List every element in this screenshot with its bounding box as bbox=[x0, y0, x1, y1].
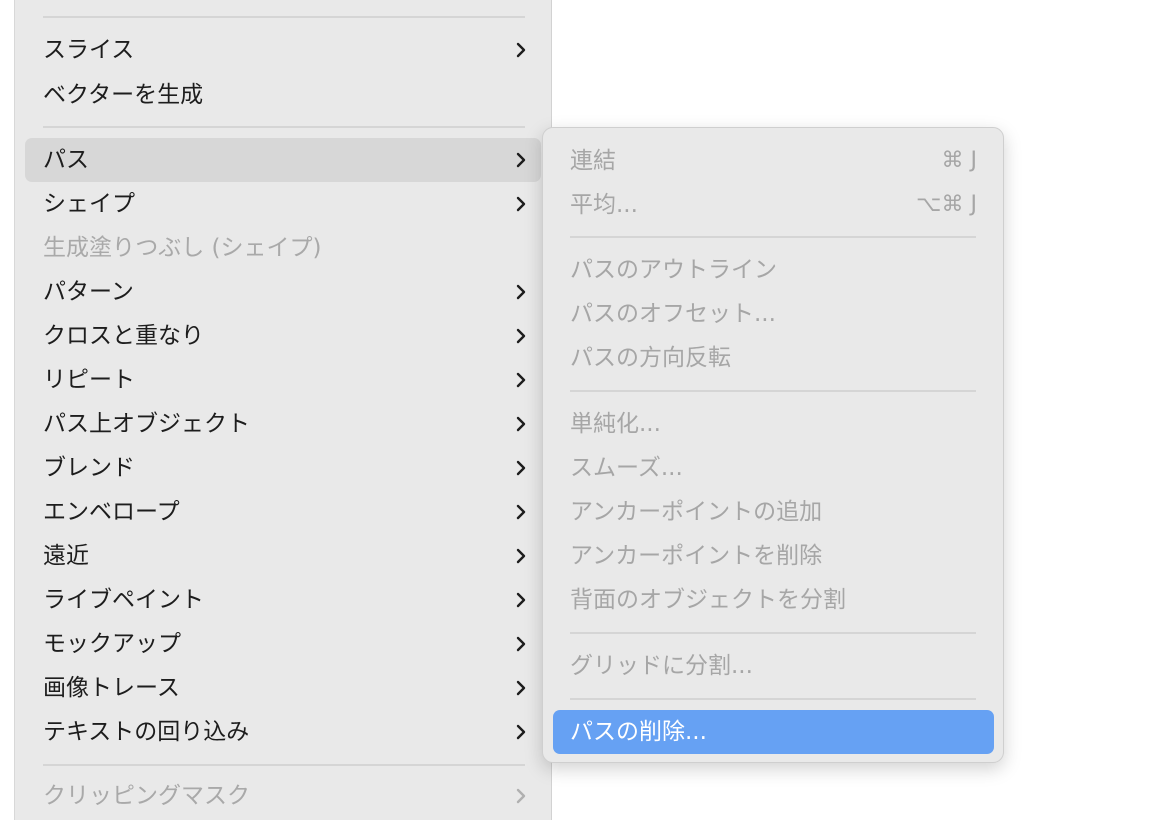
path-submenu: 連結 ⌘ J 平均... ⌥⌘ J パスのアウトライン パスのオフセット... … bbox=[542, 127, 1004, 763]
menu-item-slice[interactable]: スライス bbox=[25, 28, 541, 72]
chevron-right-icon bbox=[516, 372, 526, 388]
object-menu: スライス ベクターを生成 パス シェイプ 生成塗りつぶし (シェイプ) パターン… bbox=[14, 0, 552, 820]
menu-separator bbox=[43, 16, 525, 18]
menu-separator bbox=[570, 236, 976, 238]
chevron-right-icon bbox=[516, 636, 526, 652]
submenu-item-simplify: 単純化... bbox=[570, 411, 661, 437]
menu-item-live-paint[interactable]: ライブペイント bbox=[25, 578, 541, 622]
submenu-item-divide-objects-below: 背面のオブジェクトを分割 bbox=[570, 587, 846, 613]
chevron-right-icon bbox=[516, 548, 526, 564]
menu-item-text-wrap[interactable]: テキストの回り込み bbox=[25, 710, 541, 754]
submenu-item-clean-up[interactable]: パスの削除... bbox=[553, 710, 994, 754]
menu-item-generative-fill-shape: 生成塗りつぶし (シェイプ) bbox=[43, 235, 322, 261]
submenu-item-remove-anchor-points: アンカーポイントを削除 bbox=[570, 543, 823, 569]
chevron-right-icon bbox=[516, 460, 526, 476]
menu-separator bbox=[43, 126, 525, 128]
submenu-item-join: 連結 ⌘ J bbox=[553, 139, 994, 183]
submenu-item-split-into-grid: グリッドに分割... bbox=[570, 653, 753, 679]
menu-separator bbox=[570, 632, 976, 634]
menu-item-envelope[interactable]: エンベロープ bbox=[25, 490, 541, 534]
chevron-right-icon bbox=[516, 328, 526, 344]
menu-separator bbox=[570, 698, 976, 700]
menu-item-perspective[interactable]: 遠近 bbox=[25, 534, 541, 578]
submenu-item-smooth: スムーズ... bbox=[570, 455, 683, 481]
menu-item-repeat[interactable]: リピート bbox=[25, 358, 541, 402]
menu-item-path[interactable]: パス bbox=[25, 138, 541, 182]
menu-separator bbox=[570, 390, 976, 392]
menu-item-shape[interactable]: シェイプ bbox=[25, 182, 541, 226]
menu-item-clipping-mask: クリッピングマスク bbox=[25, 774, 541, 818]
shortcut-label: ⌘ J bbox=[941, 148, 977, 173]
chevron-right-icon bbox=[516, 42, 526, 58]
submenu-item-add-anchor-points: アンカーポイントの追加 bbox=[570, 499, 823, 525]
menu-item-blend[interactable]: ブレンド bbox=[25, 446, 541, 490]
menu-item-pattern[interactable]: パターン bbox=[25, 270, 541, 314]
submenu-item-reverse-path-direction: パスの方向反転 bbox=[570, 345, 731, 371]
menu-separator bbox=[43, 764, 525, 766]
chevron-right-icon bbox=[516, 724, 526, 740]
chevron-right-icon bbox=[516, 284, 526, 300]
menu-item-intertwine[interactable]: クロスと重なり bbox=[25, 314, 541, 358]
chevron-right-icon bbox=[516, 196, 526, 212]
submenu-item-outline-stroke: パスのアウトライン bbox=[570, 257, 777, 283]
menu-item-mockup[interactable]: モックアップ bbox=[25, 622, 541, 666]
shortcut-label: ⌥⌘ J bbox=[916, 192, 977, 217]
chevron-right-icon bbox=[516, 788, 526, 804]
submenu-item-offset-path: パスのオフセット... bbox=[570, 301, 776, 327]
menu-item-objects-on-path[interactable]: パス上オブジェクト bbox=[25, 402, 541, 446]
chevron-right-icon bbox=[516, 152, 526, 168]
submenu-item-average: 平均... ⌥⌘ J bbox=[553, 183, 994, 227]
chevron-right-icon bbox=[516, 680, 526, 696]
chevron-right-icon bbox=[516, 504, 526, 520]
menu-item-generate-vector[interactable]: ベクターを生成 bbox=[25, 73, 541, 117]
menu-item-image-trace[interactable]: 画像トレース bbox=[25, 666, 541, 710]
chevron-right-icon bbox=[516, 416, 526, 432]
chevron-right-icon bbox=[516, 592, 526, 608]
